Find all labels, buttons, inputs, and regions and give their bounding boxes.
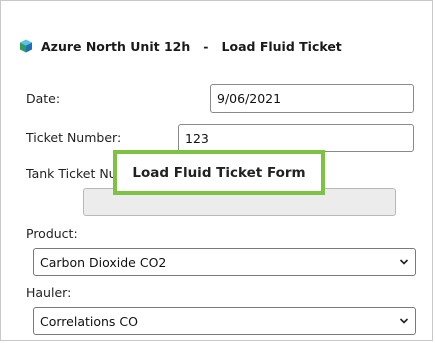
hauler-label: Hauler: <box>26 285 72 300</box>
product-select[interactable]: Carbon Dioxide CO2 <box>33 248 416 276</box>
tank-ticket-number-label: Tank Ticket Nu <box>26 166 117 181</box>
form-callout: Load Fluid Ticket Form <box>113 150 325 195</box>
ticket-number-input[interactable]: 123 <box>178 124 414 152</box>
date-input[interactable]: 9/06/2021 <box>210 84 414 113</box>
chevron-down-icon <box>399 259 409 265</box>
product-label: Product: <box>26 226 78 241</box>
date-label: Date: <box>26 91 61 106</box>
cube-icon <box>20 39 32 53</box>
date-value: 9/06/2021 <box>217 91 282 106</box>
chevron-down-icon <box>399 318 409 324</box>
ticket-number-label: Ticket Number: <box>26 130 122 145</box>
page-title: Azure North Unit 12h - Load Fluid Ticket <box>41 38 342 54</box>
form-header: Azure North Unit 12h - Load Fluid Ticket <box>19 37 342 55</box>
hauler-select[interactable]: Correlations CO <box>33 307 416 335</box>
product-value: Carbon Dioxide CO2 <box>40 254 167 270</box>
form-window: Azure North Unit 12h - Load Fluid Ticket… <box>0 0 433 341</box>
ticket-number-value: 123 <box>185 130 209 146</box>
callout-text: Load Fluid Ticket Form <box>132 164 306 181</box>
hauler-value: Correlations CO <box>40 313 138 329</box>
